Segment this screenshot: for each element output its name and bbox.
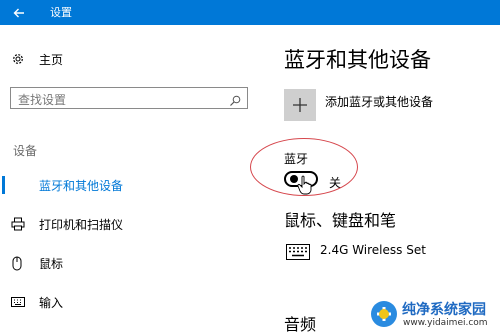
gear-icon [11,52,31,66]
sidebar-item-home[interactable]: 主页 [0,44,255,74]
section-label-devices: 设备 [13,144,38,158]
title-bar: 设置 [0,0,500,25]
sidebar-item-label: 主页 [39,52,64,67]
search-input[interactable]: 查找设置 [10,87,248,109]
sidebar-item-label: 输入 [39,295,64,310]
back-button[interactable] [0,0,38,25]
keyboard-icon [286,244,310,260]
add-device-button[interactable] [284,89,316,121]
watermark-logo-icon [371,301,397,327]
device-name: 2.4G Wireless Set [320,243,426,257]
watermark: 纯净系统家园 www.yidaimei.com [370,298,498,330]
sidebar-item-label: 鼠标 [39,256,64,271]
add-device-label[interactable]: 添加蓝牙或其他设备 [325,93,433,110]
window-title: 设置 [50,6,72,19]
printer-icon [11,217,31,231]
sidebar-item-bluetooth[interactable]: 蓝牙和其他设备 [0,170,255,200]
audio-heading: 音频 [284,315,317,334]
back-arrow-icon [13,8,24,17]
page-title: 蓝牙和其他设备 [284,48,431,72]
device-item[interactable]: 2.4G Wireless Set [286,242,486,264]
sidebar-item-mouse[interactable]: 鼠标 [0,248,255,278]
sidebar-item-label: 蓝牙和其他设备 [39,178,124,193]
search-placeholder: 查找设置 [18,93,67,107]
search-icon [229,92,241,111]
mouse-icon [11,256,31,271]
mouse-keyboard-heading: 鼠标、键盘和笔 [284,211,397,230]
sidebar: 主页 查找设置 设备 蓝牙和其他设备 打印机和扫描仪 鼠标 输入 [0,25,255,333]
hand-cursor-icon [297,175,312,195]
keyboard-icon [11,297,31,307]
watermark-title: 纯净系统家园 [402,302,486,318]
watermark-url: www.yidaimei.com [403,318,488,328]
sidebar-item-printers[interactable]: 打印机和扫描仪 [0,209,255,239]
sidebar-item-typing[interactable]: 输入 [0,287,255,317]
plus-icon [293,98,307,112]
sidebar-item-label: 打印机和扫描仪 [39,217,124,232]
